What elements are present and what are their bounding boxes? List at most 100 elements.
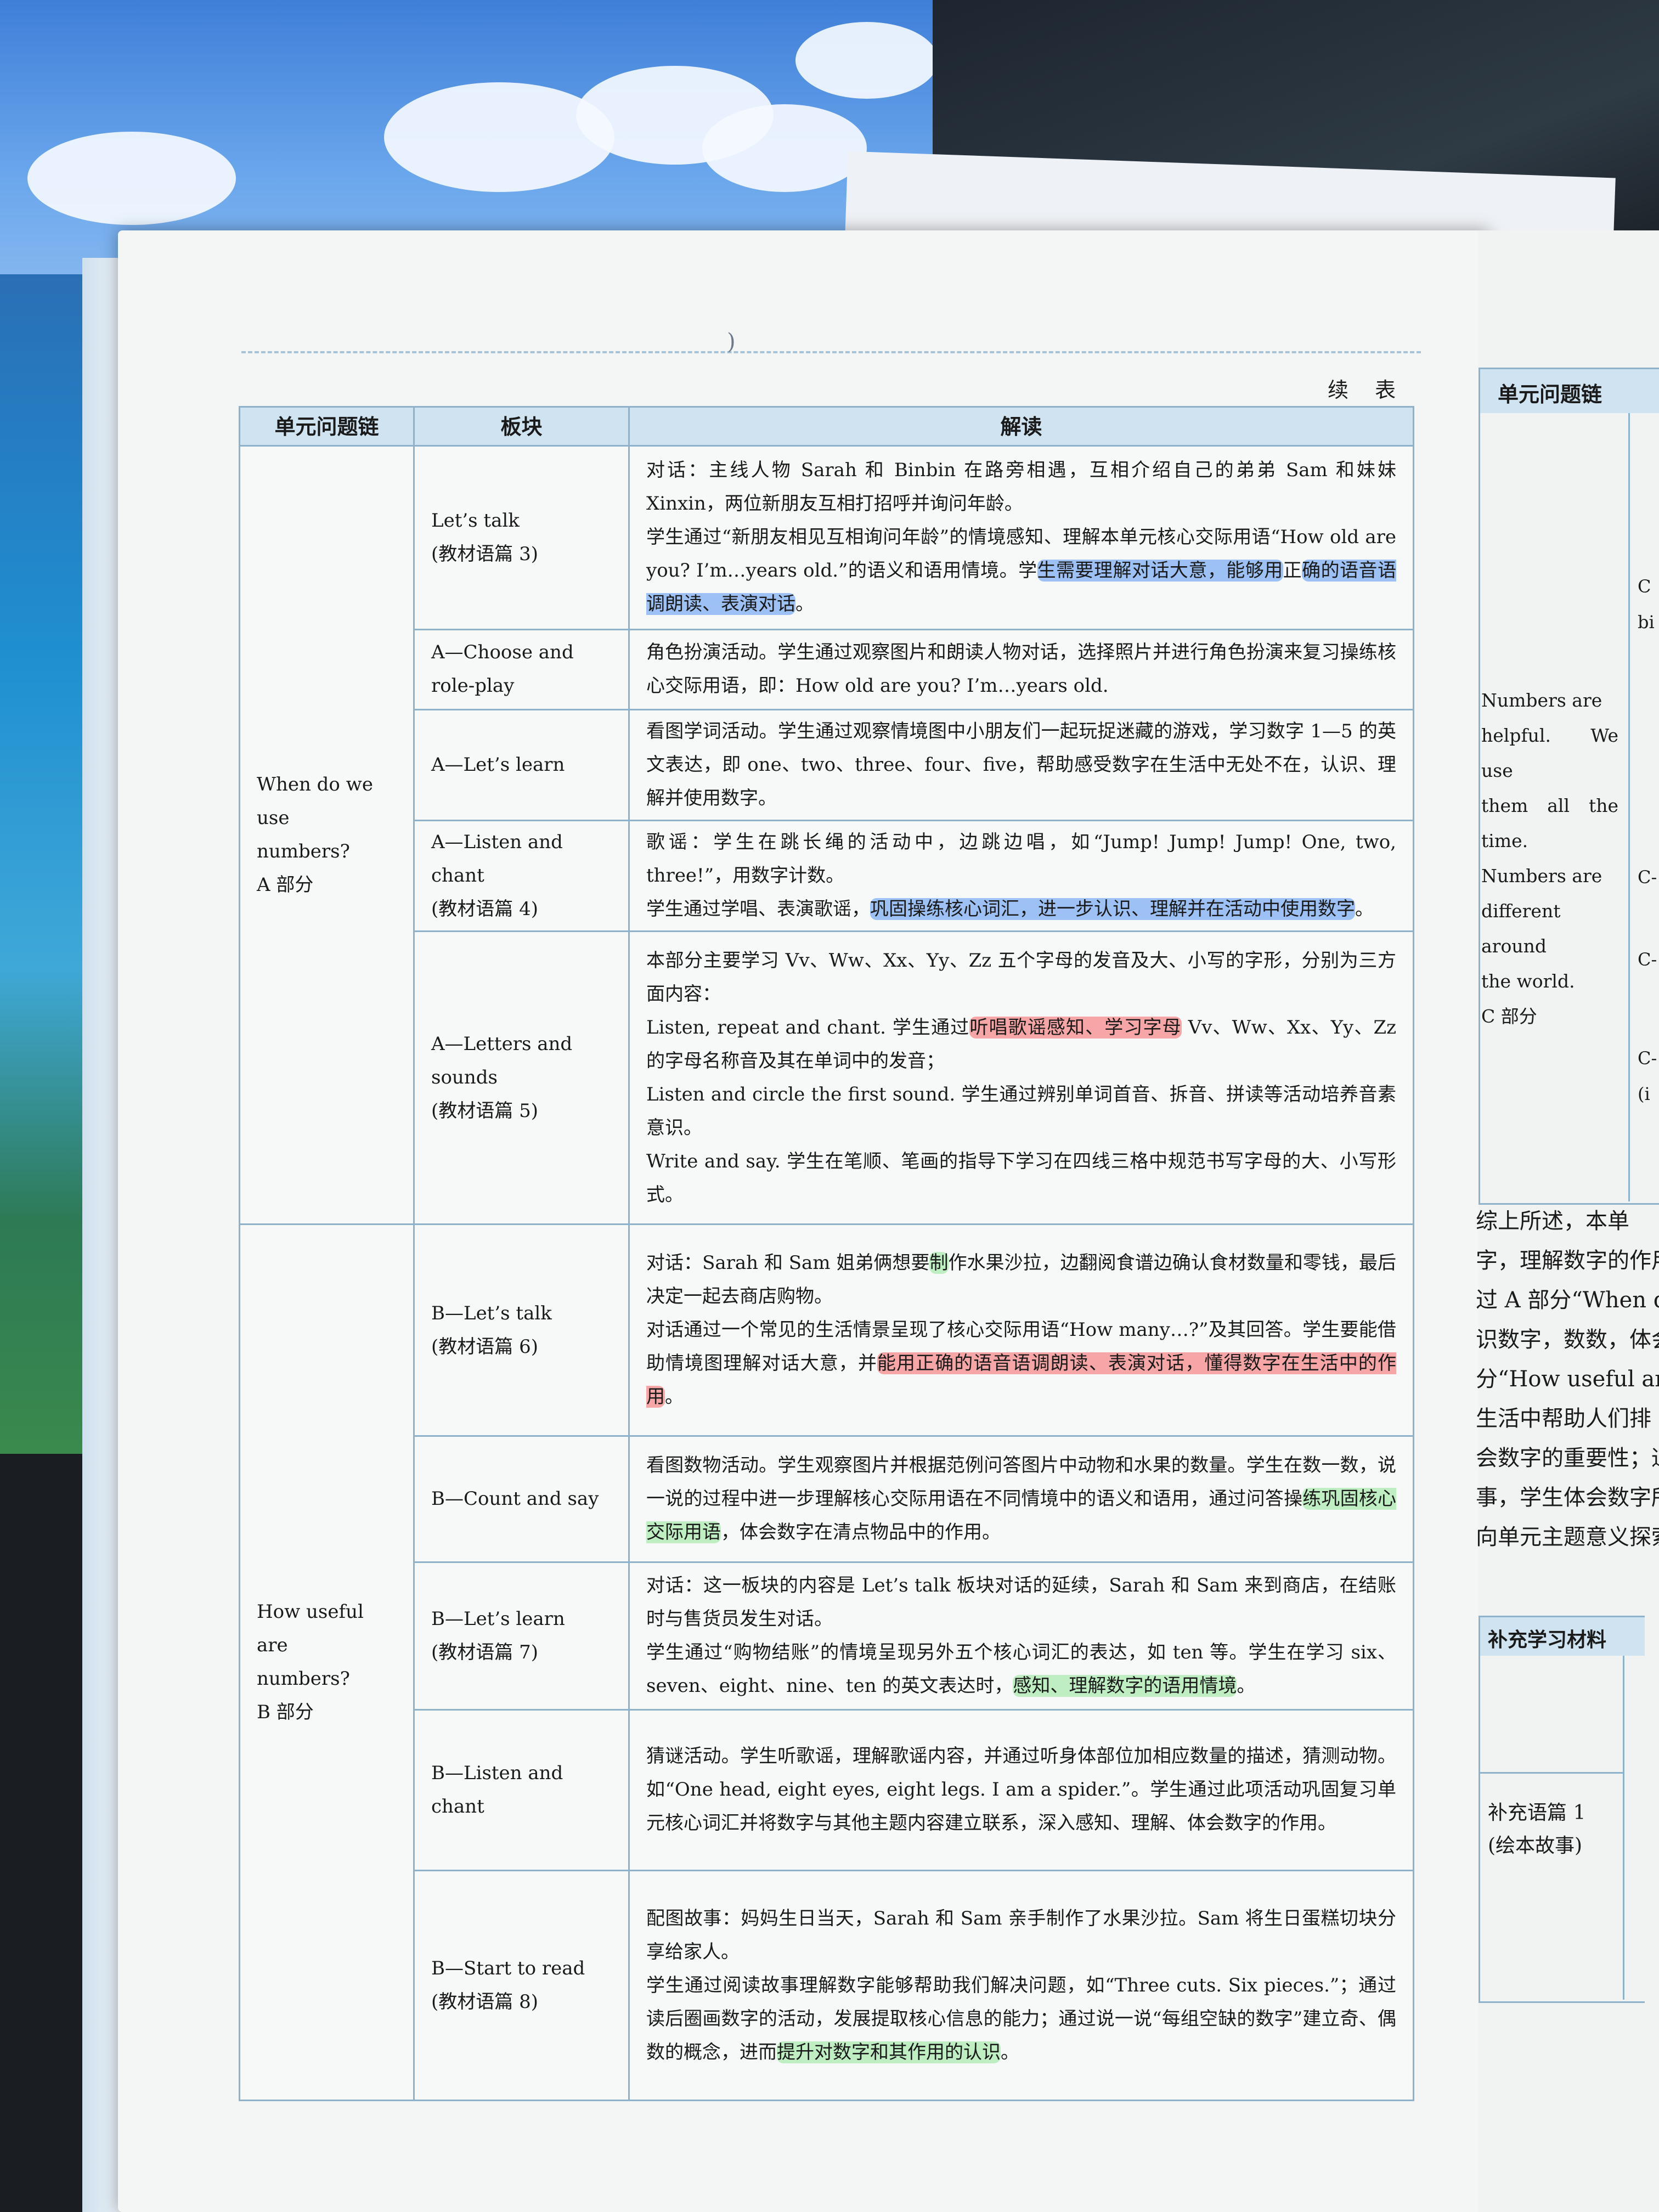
- block-cell: Let’s talk (教材语篇 3): [413, 445, 630, 630]
- table-row: A—Listen and chant (教材语篇 4) 歌谣：学生在跳长绳的活动中，…: [240, 820, 1414, 933]
- block-label: (教材语篇 3): [431, 543, 538, 565]
- text-segment: 对话：主线人物 Sarah 和 Binbin 在路旁相遇，互相介绍自己的弟弟 S…: [646, 459, 1396, 515]
- interpretation-paragraph: Listen, repeat and chant. 学生通过听唱歌谣感知、学习字…: [646, 1011, 1396, 1078]
- interpretation-paragraph: 对话通过一个常见的生活情景呈现了核心交际用语“How many…?”及其回答。学…: [646, 1313, 1397, 1414]
- block-cell: B—Let’s talk (教材语篇 6): [413, 1223, 630, 1437]
- block-label: (教材语篇 5): [431, 1100, 538, 1122]
- block-label: Let’s talk: [431, 509, 520, 532]
- interpretation-paragraph: 学生通过阅读故事理解数字能够帮助我们解决问题，如“Three cuts. Six…: [646, 1969, 1396, 2069]
- page-mark: ): [727, 329, 736, 354]
- supplement-item: 补充语篇 1 (绘本故事): [1488, 1797, 1585, 1863]
- block-label: A—Listen and chant: [431, 831, 563, 887]
- supplement-divider: [1623, 1656, 1624, 2000]
- continued-label: 续 表: [1328, 378, 1406, 402]
- right-line: the world.: [1481, 970, 1575, 992]
- block-label: (教材语篇 6): [431, 1335, 538, 1358]
- right-para-line: 向单元主题意义探索: [1476, 1525, 1659, 1550]
- interpretation-paragraph: 对话：Sarah 和 Sam 姐弟俩想要制作水果沙拉，边翻阅食谱边确认食材数量和…: [646, 1246, 1396, 1313]
- interpretation-cell: 看图数物活动。学生观察图片并根据范例问答图片中动物和水果的数量。学生在数一数，说…: [628, 1435, 1414, 1563]
- highlighted-text: 听唱歌谣感知、学习字母: [969, 1016, 1182, 1039]
- right-summary-paragraph: 综上所述，本单 字，理解数字的作用 过 A 部分“When do 识数字，数数，…: [1476, 1201, 1659, 1557]
- highlighted-text: 提升对数字和其作用的认识: [777, 2041, 1001, 2063]
- block-label: B—Let’s talk: [431, 1302, 552, 1324]
- block-label: (教材语篇 8): [431, 1991, 538, 2013]
- table-row: A—Let’s learn 看图学词活动。学生通过观察情境图中小朋友们一起玩捉迷藏…: [240, 708, 1414, 822]
- interpretation-paragraph: 对话：主线人物 Sarah 和 Binbin 在路旁相遇，互相介绍自己的弟弟 S…: [646, 454, 1396, 521]
- right-para-line: 会数字的重要性；通: [1476, 1446, 1659, 1471]
- question-chain-line: B 部分: [257, 1701, 314, 1724]
- block-label: B—Count and say: [431, 1488, 599, 1510]
- right-para-line: 过 A 部分“When do: [1476, 1288, 1659, 1313]
- right-line: Numbers are: [1481, 865, 1602, 887]
- interpretation-paragraph: Listen and circle the first sound. 学生通过辨…: [646, 1078, 1396, 1145]
- text-segment: 对话：这一板块的内容是 Let’s talk 板块对话的延续，Sarah 和 S…: [646, 1574, 1396, 1630]
- right-line: Numbers are: [1481, 690, 1602, 711]
- interpretation-paragraph: 看图学词活动。学生通过观察情境图中小朋友们一起玩捉迷藏的游戏，学习数字 1—5 …: [646, 715, 1396, 815]
- block-label: A—Choose and: [431, 641, 574, 664]
- right-line: different around: [1481, 900, 1561, 957]
- interpretation-paragraph: 歌谣：学生在跳长绳的活动中，边跳边唱，如“Jump! Jump! Jump! O…: [646, 826, 1396, 893]
- block-label: A—Letters and sounds: [431, 1033, 573, 1089]
- table-row: B—Listen and chant 猜谜活动。学生听歌谣，理解歌谣内容，并通过听…: [240, 1708, 1414, 1872]
- right-para-line: 识数字，数数，体会数: [1476, 1327, 1659, 1352]
- interpretation-cell: 猜谜活动。学生听歌谣，理解歌谣内容，并通过听身体部位加相应数量的描述，猜测动物。…: [628, 1708, 1414, 1872]
- right-para-line: 分“How useful are n: [1476, 1367, 1659, 1392]
- right-line: them all the time.: [1481, 795, 1618, 851]
- cloud: [27, 132, 236, 225]
- highlighted-text: 生需要理解对话大意，能够用: [1037, 560, 1283, 582]
- question-chain-cell: When do we use numbers? A 部分: [239, 444, 415, 1226]
- interpretation-cell: 配图故事：妈妈生日当天，Sarah 和 Sam 亲手制作了水果沙拉。Sam 将生…: [628, 1870, 1414, 2101]
- right-col-mark: C-: [1638, 949, 1657, 970]
- table-row: How useful are numbers? B 部分 B—Let’s talk (教…: [239, 1223, 1414, 2101]
- block-cell: B—Count and say: [413, 1435, 630, 1563]
- right-line: helpful. We use: [1481, 725, 1618, 781]
- interpretation-cell: 对话：主线人物 Sarah 和 Binbin 在路旁相遇，互相介绍自己的弟弟 S…: [628, 445, 1414, 630]
- table-row: A—Letters and sounds (教材语篇 5) 本部分主要学习 Vv、W…: [240, 930, 1414, 1226]
- right-table-question: Numbers are helpful. We use them all the…: [1481, 683, 1618, 1034]
- supplement-item-type: (绘本故事): [1488, 1835, 1583, 1857]
- right-col-mark: C-: [1638, 867, 1657, 888]
- block-cell: A—Letters and sounds (教材语篇 5): [413, 930, 630, 1226]
- cloud: [795, 22, 938, 99]
- interpretation-cell: 歌谣：学生在跳长绳的活动中，边跳边唱，如“Jump! Jump! Jump! O…: [628, 820, 1414, 933]
- unit-analysis-table: 单元问题链 板块 解读 When do we use numbers? A 部分 Le…: [239, 406, 1414, 2101]
- question-chain-line: When do we use: [257, 774, 373, 830]
- text-segment: 角色扮演活动。学生通过观察图片和朗读人物对话，选择照片并进行角色扮演来复习操练核…: [646, 641, 1396, 697]
- question-chain-line: A 部分: [257, 874, 314, 896]
- block-cell: A—Let’s learn: [413, 708, 630, 822]
- text-segment: 学生通过学唱、表演歌谣，: [646, 898, 870, 921]
- block-cell: B—Let’s learn (教材语篇 7): [413, 1561, 630, 1711]
- text-segment: 歌谣：学生在跳长绳的活动中，边跳边唱，如“Jump! Jump! Jump! O…: [646, 831, 1396, 887]
- interpretation-cell: 对话：Sarah 和 Sam 姐弟俩想要制作水果沙拉，边翻阅食谱边确认食材数量和…: [628, 1223, 1414, 1437]
- table-row: When do we use numbers? A 部分 Let’s talk (教材语…: [239, 444, 1414, 1226]
- highlighted-text: 制: [929, 1252, 949, 1274]
- text-segment: 。: [1237, 1674, 1256, 1697]
- text-segment: 。: [1355, 898, 1374, 921]
- table-row: B—Count and say 看图数物活动。学生观察图片并根据范例问答图片中动物…: [240, 1435, 1414, 1563]
- interpretation-paragraph: 学生通过“新朋友相见互相询问年龄”的情境感知、理解本单元核心交际用语“How o…: [646, 521, 1397, 621]
- page-dashed-rule: [241, 351, 1421, 353]
- supplement-row-rule: [1480, 1772, 1623, 1774]
- block-cell: A—Listen and chant (教材语篇 4): [413, 820, 630, 933]
- cloud: [702, 104, 867, 192]
- interpretation-cell: 对话：这一板块的内容是 Let’s talk 板块对话的延续，Sarah 和 S…: [628, 1561, 1414, 1711]
- text-segment: 看图数物活动。学生观察图片并根据范例问答图片中动物和水果的数量。学生在数一数，说…: [646, 1454, 1396, 1510]
- block-cell: B—Start to read (教材语篇 8): [413, 1870, 630, 2101]
- right-para-line: 综上所述，本单: [1476, 1209, 1629, 1234]
- right-col-mark: (i: [1638, 1084, 1650, 1104]
- interpretation-paragraph: 本部分主要学习 Vv、Ww、Xx、Yy、Zz 五个字母的发音及大、小写的字形，分…: [646, 944, 1396, 1011]
- text-segment: 对话：Sarah 和 Sam 姐弟俩想要: [646, 1252, 930, 1274]
- interpretation-cell: 角色扮演活动。学生通过观察图片和朗读人物对话，选择照片并进行角色扮演来复习操练核…: [628, 628, 1414, 710]
- table-row: B—Let’s learn (教材语篇 7) 对话：这一板块的内容是 Let’s t…: [240, 1561, 1414, 1711]
- block-label: B—Start to read: [431, 1957, 585, 1980]
- right-col-mark: C: [1638, 576, 1651, 597]
- block-label: B—Let’s learn: [431, 1607, 565, 1630]
- interpretation-paragraph: Write and say. 学生在笔顺、笔画的指导下学习在四线三格中规范书写字…: [646, 1145, 1396, 1212]
- supplement-item-title: 补充语篇 1: [1488, 1802, 1586, 1824]
- right-col-mark: bi: [1638, 612, 1655, 633]
- highlighted-text: 巩固操练核心词汇，进一步认识、理解并在活动中使用数字: [870, 898, 1355, 921]
- text-segment: 正: [1283, 560, 1302, 582]
- block-label: (教材语篇 4): [431, 898, 538, 921]
- interpretation-paragraph: 配图故事：妈妈生日当天，Sarah 和 Sam 亲手制作了水果沙拉。Sam 将生…: [646, 1902, 1396, 1969]
- text-segment: 。: [665, 1386, 684, 1408]
